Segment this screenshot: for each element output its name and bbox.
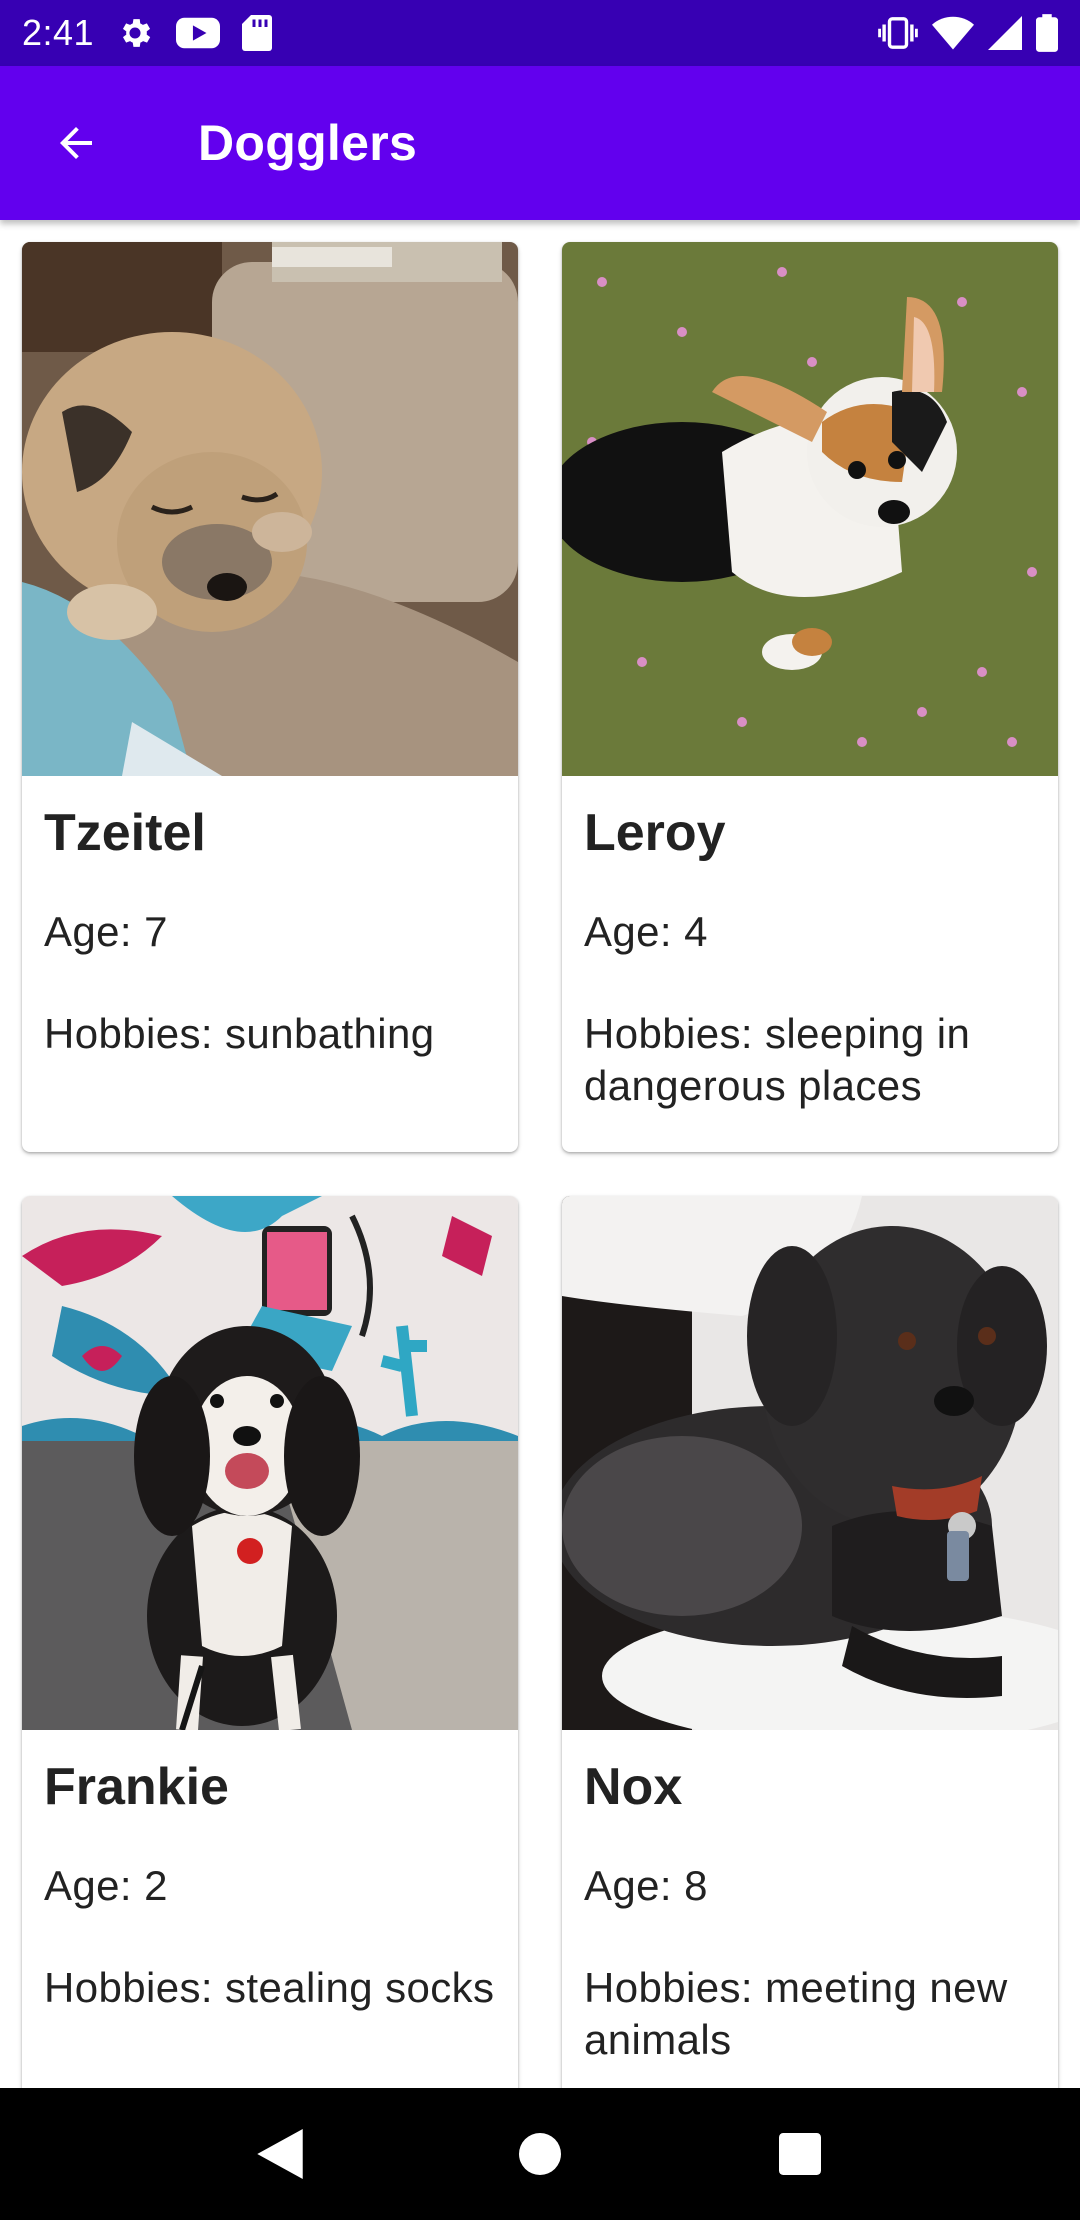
dog-hobbies: Hobbies: sunbathing xyxy=(44,1010,435,1057)
dog-age: Age: 2 xyxy=(44,1862,168,1909)
dog-name: Nox xyxy=(584,1758,683,1816)
battery-icon xyxy=(1036,14,1058,52)
card-body: Tzeitel Age: 7 Hobbies: sunbathing xyxy=(22,776,518,1086)
nav-home-icon xyxy=(519,2133,561,2175)
nav-back-icon xyxy=(257,2129,303,2179)
card-body: Nox Age: 8 Hobbies: meeting new animals xyxy=(562,1730,1058,2088)
wifi-icon xyxy=(932,16,974,50)
dog-hobbies: Hobbies: sleeping in dangerous places xyxy=(584,1010,971,1109)
dog-hobbies: Hobbies: stealing socks xyxy=(44,1964,495,2011)
system-nav-bar xyxy=(0,2088,1080,2220)
nav-recents-button[interactable] xyxy=(745,2099,855,2209)
app-title: Dogglers xyxy=(198,115,418,171)
dog-photo xyxy=(22,1196,518,1730)
dog-age: Age: 4 xyxy=(584,908,708,955)
back-button[interactable] xyxy=(20,87,132,199)
app-screen: 2:41 Dogglers Tzeitel Age: 7 Hobbies: su… xyxy=(0,0,1080,2220)
settings-icon xyxy=(116,14,154,52)
nav-back-button[interactable] xyxy=(225,2099,335,2209)
status-right xyxy=(878,14,1058,52)
nav-home-button[interactable] xyxy=(485,2099,595,2209)
arrow-back-icon xyxy=(60,127,92,159)
dog-photo xyxy=(562,1196,1058,1730)
dog-card-frankie[interactable]: Frankie Age: 2 Hobbies: stealing socks xyxy=(22,1196,518,2088)
dog-card-nox[interactable]: Nox Age: 8 Hobbies: meeting new animals xyxy=(562,1196,1058,2088)
status-left: 2:41 xyxy=(22,12,273,54)
status-time: 2:41 xyxy=(22,12,95,53)
vibrate-icon xyxy=(878,16,918,50)
dog-card-tzeitel[interactable]: Tzeitel Age: 7 Hobbies: sunbathing xyxy=(22,242,518,1152)
dog-age: Age: 8 xyxy=(584,1862,708,1909)
dog-name: Tzeitel xyxy=(44,804,206,862)
sd-card-icon xyxy=(242,15,273,51)
dog-name: Frankie xyxy=(44,1758,229,1816)
dog-grid[interactable]: Tzeitel Age: 7 Hobbies: sunbathing Leroy… xyxy=(0,220,1080,2088)
app-bar: Dogglers xyxy=(0,66,1080,220)
status-bar: 2:41 xyxy=(0,0,1080,66)
dog-photo xyxy=(22,242,518,776)
nav-recents-icon xyxy=(779,2133,821,2175)
signal-icon xyxy=(988,16,1022,50)
card-body: Leroy Age: 4 Hobbies: sleeping in danger… xyxy=(562,776,1058,1138)
dog-name: Leroy xyxy=(584,804,726,862)
dog-hobbies: Hobbies: meeting new animals xyxy=(584,1964,1008,2063)
card-body: Frankie Age: 2 Hobbies: stealing socks xyxy=(22,1730,518,2040)
dog-photo xyxy=(562,242,1058,776)
youtube-icon xyxy=(176,16,221,50)
dog-card-leroy[interactable]: Leroy Age: 4 Hobbies: sleeping in danger… xyxy=(562,242,1058,1152)
dog-age: Age: 7 xyxy=(44,908,168,955)
